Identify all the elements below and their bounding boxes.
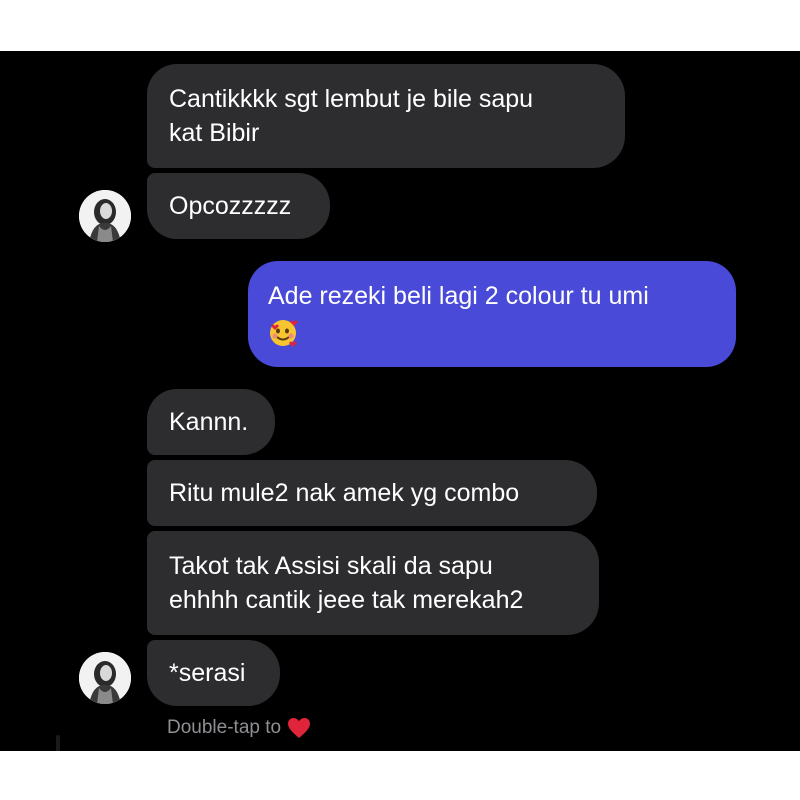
message-text-line: Takot tak Assisi skali da sapu — [169, 552, 493, 580]
outgoing-message-bubble[interactable]: Ade rezeki beli lagi 2 colour tu umi — [248, 261, 736, 367]
sender-avatar[interactable] — [79, 190, 131, 242]
incoming-message-bubble[interactable]: Ritu mule2 nak amek yg combo — [147, 460, 597, 526]
chat-thread[interactable]: Cantikkkk sgt lembut je bile sapu kat Bi… — [0, 51, 800, 751]
message-text-line: ehhhh cantik jeee tak merekah2 — [169, 586, 524, 614]
smiling-face-with-hearts-icon — [268, 315, 649, 349]
sender-avatar[interactable] — [79, 652, 131, 704]
message-text: Kannn. — [169, 408, 249, 436]
incoming-message-bubble[interactable]: *serasi — [147, 640, 280, 706]
double-tap-hint: Double-tap to — [167, 717, 311, 739]
heart-icon[interactable] — [287, 717, 311, 739]
message-text-line: Cantikkkk sgt lembut je bile sapu — [169, 85, 534, 113]
message-text-line: kat Bibir — [169, 119, 260, 147]
message-text-line: Ade rezeki beli lagi 2 colour tu umi — [268, 282, 649, 310]
incoming-message-bubble[interactable]: Takot tak Assisi skali da sapu ehhhh can… — [147, 531, 599, 635]
hint-text: Double-tap to — [167, 717, 282, 738]
edge-mark — [56, 735, 60, 751]
message-text: *serasi — [169, 659, 246, 687]
profile-photo-icon — [79, 190, 131, 242]
message-text: Opcozzzzz — [169, 192, 292, 220]
message-text: Ritu mule2 nak amek yg combo — [169, 479, 520, 507]
profile-photo-icon — [79, 652, 131, 704]
incoming-message-bubble[interactable]: Kannn. — [147, 389, 275, 455]
incoming-message-bubble[interactable]: Cantikkkk sgt lembut je bile sapu kat Bi… — [147, 64, 625, 168]
incoming-message-bubble[interactable]: Opcozzzzz — [147, 173, 330, 239]
